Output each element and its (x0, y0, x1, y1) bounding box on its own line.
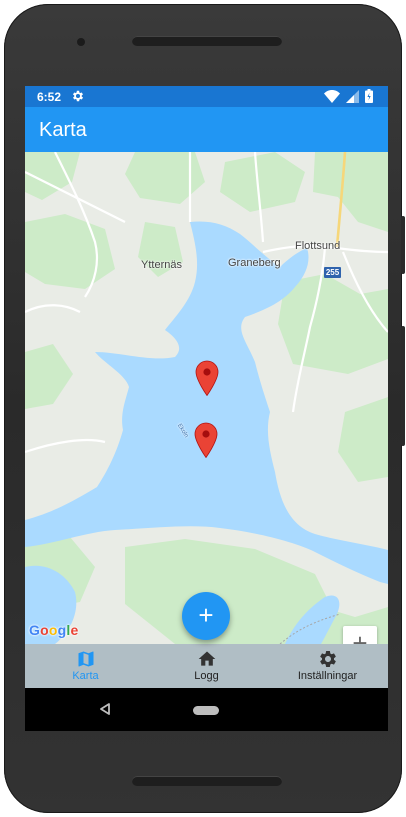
location-pin-icon[interactable] (195, 360, 219, 396)
map-canvas (25, 152, 388, 644)
road-shield: 255 (324, 267, 341, 278)
tab-installningar[interactable]: Inställningar (267, 644, 388, 688)
google-attribution: Google (29, 622, 79, 638)
phone-frame: 6:52 Karta Ytternäs Graneberg Flottsund … (4, 4, 405, 813)
tab-label-installningar: Inställningar (297, 670, 358, 682)
map-label-ytternas: Ytternäs (141, 259, 182, 271)
map-label-graneberg: Graneberg (228, 257, 281, 269)
app-bar: Karta (25, 107, 388, 152)
bottom-navigation: Karta Logg Inställningar (25, 644, 388, 688)
screen: 6:52 Karta Ytternäs Graneberg Flottsund … (25, 86, 388, 731)
tab-logg[interactable]: Logg (146, 644, 267, 688)
back-icon[interactable] (100, 703, 110, 715)
earpiece-speaker (132, 36, 282, 46)
front-camera (77, 38, 85, 46)
zoom-controls: + − (343, 626, 377, 644)
signal-icon (346, 90, 359, 103)
status-bar: 6:52 (25, 86, 388, 107)
tab-label-logg: Logg (194, 670, 219, 682)
settings-icon (72, 90, 84, 102)
page-title: Karta (39, 119, 87, 141)
tab-label-karta: Karta (72, 670, 99, 682)
wifi-icon (324, 90, 340, 103)
zoom-in-button[interactable]: + (343, 626, 377, 644)
map-label-flottsund: Flottsund (295, 240, 341, 252)
power-button (401, 216, 405, 274)
home-pill-button[interactable] (193, 706, 219, 715)
map-icon (78, 651, 93, 667)
volume-button (401, 326, 405, 446)
system-navigation-bar (25, 688, 388, 731)
add-fab-button[interactable]: + (182, 592, 230, 640)
home-icon (198, 651, 215, 666)
bottom-speaker (132, 776, 282, 786)
status-time: 6:52 (37, 90, 62, 104)
map-view[interactable]: Ytternäs Graneberg Flottsund 255 Ekoln G… (25, 152, 388, 644)
location-pin-icon[interactable] (194, 422, 218, 458)
battery-icon (365, 89, 373, 103)
gear-icon (319, 651, 336, 667)
tab-karta[interactable]: Karta (25, 644, 146, 688)
